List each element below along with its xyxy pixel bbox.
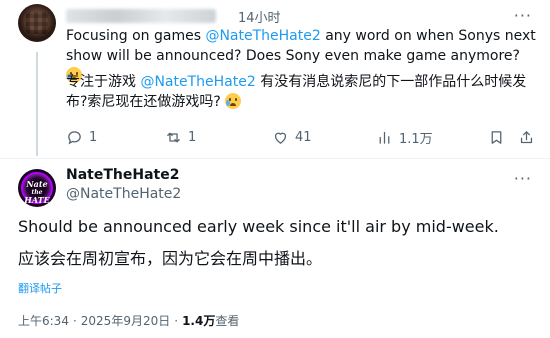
heart-icon: [274, 132, 287, 144]
retweet-count: 1: [188, 129, 197, 145]
views-button[interactable]: 1.1万: [376, 127, 433, 147]
retweet-icon: [167, 132, 180, 142]
reply-tweet[interactable]: 14小时 ··· Focusing on games @NateTheHate2…: [0, 0, 550, 158]
tweet-date[interactable]: 2025年9月20日: [81, 312, 170, 329]
mention-link[interactable]: @NateTheHate2: [140, 74, 255, 90]
avatar-image: [26, 12, 48, 34]
avatar-text-line: Nate: [26, 179, 48, 189]
tweet-time[interactable]: 上午6:34: [18, 312, 69, 329]
meta-separator: ·: [72, 313, 77, 328]
analytics-icon: [379, 131, 390, 144]
bookmark-button[interactable]: [488, 127, 505, 147]
avatar-text-line: HATE: [24, 195, 50, 205]
bookmark-icon: [491, 130, 502, 144]
mention-link[interactable]: @NateTheHate2: [205, 28, 320, 44]
tweet-text-chinese: 应该会在周初宣布，因为它会在周中播出。: [18, 249, 323, 268]
retweet-button[interactable]: 1: [165, 127, 196, 147]
reply-count: 1: [89, 129, 98, 145]
more-options-icon[interactable]: ···: [514, 6, 532, 25]
reply-actions: 1 1 41 1.1万: [66, 127, 536, 147]
reply-text-part: Focusing on games: [66, 28, 206, 44]
main-tweet: Nate the HATE NateTheHate2 @NateTheHate2…: [0, 159, 550, 338]
avatar[interactable]: [18, 4, 56, 42]
redacted-username: [66, 9, 216, 23]
view-count: 1.1万: [399, 131, 433, 147]
tweet-meta: 上午6:34 · 2025年9月20日 · 1.4万 查看: [18, 312, 239, 329]
avatar[interactable]: Nate the HATE: [18, 169, 56, 207]
share-button[interactable]: [518, 127, 535, 147]
reply-text-chinese: 专注于游戏 @NateTheHate2 有没有消息说索尼的下一部作品什么时候发布…: [66, 72, 536, 112]
translate-post-link[interactable]: 翻译帖子: [18, 280, 62, 296]
like-count: 41: [295, 129, 312, 145]
thread-line: [36, 52, 38, 156]
reply-text-part: 专注于游戏: [66, 74, 141, 90]
display-name[interactable]: NateTheHate2: [66, 167, 179, 183]
reply-timestamp[interactable]: 14小时: [238, 7, 281, 26]
view-count: 1.4万: [182, 314, 216, 328]
views-label: 查看: [215, 314, 240, 328]
avatar-logo-text: Nate the HATE: [18, 180, 56, 205]
user-handle[interactable]: @NateTheHate2: [66, 186, 181, 202]
crying-face-icon: [225, 93, 242, 109]
like-button[interactable]: 41: [272, 127, 312, 147]
tweet-text-english: Should be announced early week since it'…: [18, 217, 499, 236]
reply-button[interactable]: 1: [66, 127, 97, 147]
more-options-icon[interactable]: ···: [514, 169, 532, 188]
reply-header: 14小时: [66, 6, 281, 26]
comment-icon: [68, 130, 81, 145]
share-icon: [520, 130, 533, 143]
meta-separator: ·: [174, 313, 179, 328]
